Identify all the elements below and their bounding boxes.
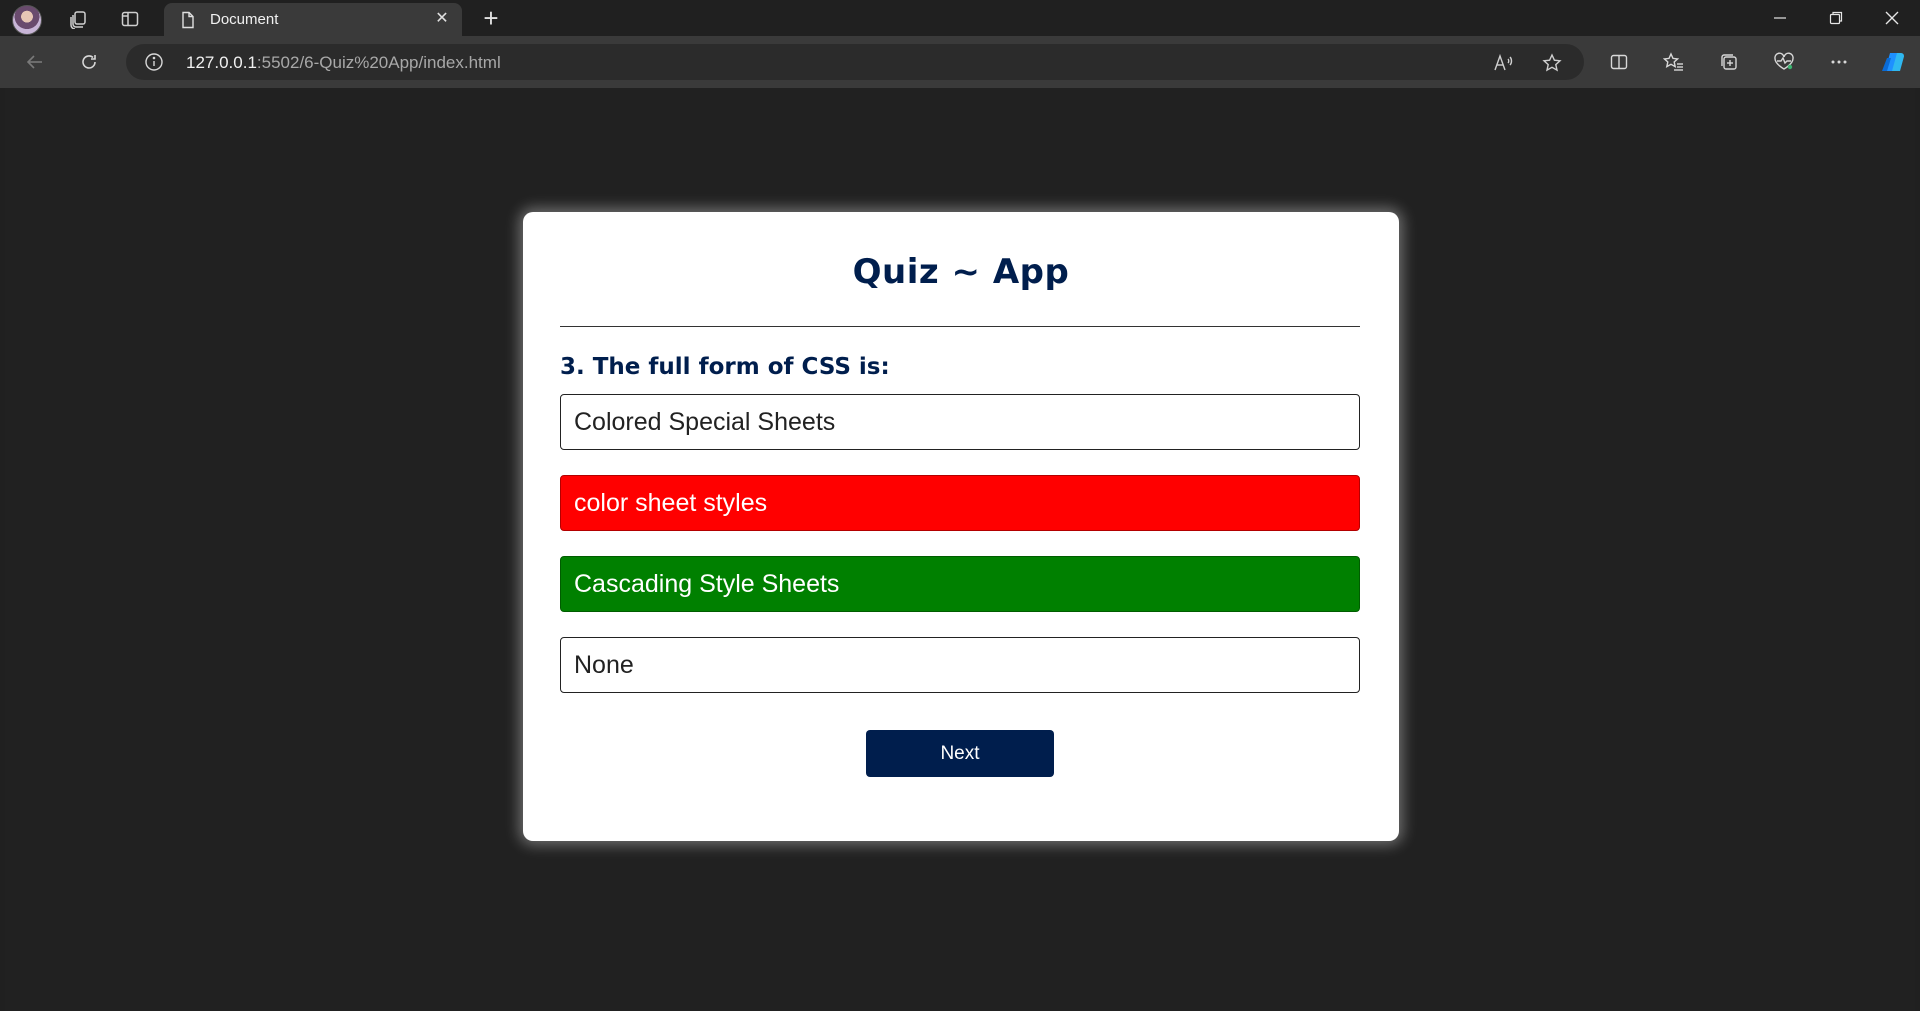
split-screen-icon[interactable] — [1602, 46, 1636, 78]
restore-icon[interactable] — [1808, 0, 1864, 36]
workspaces-icon[interactable] — [62, 4, 94, 34]
vertical-tabs-icon[interactable] — [114, 4, 146, 34]
browser-essentials-icon[interactable] — [1767, 46, 1801, 78]
answer-option-4[interactable]: None — [560, 637, 1360, 693]
page-viewport: Quiz ~ App 3. The full form of CSS is: C… — [5, 88, 1915, 1011]
new-tab-button[interactable]: + — [474, 3, 508, 33]
answer-option-3[interactable]: Cascading Style Sheets — [560, 556, 1360, 612]
read-aloud-icon[interactable] — [1492, 52, 1516, 74]
url-host: 127.0.0.1 — [186, 53, 257, 72]
answer-option-1[interactable]: Colored Special Sheets — [560, 394, 1360, 450]
quiz-card: Quiz ~ App 3. The full form of CSS is: C… — [523, 212, 1399, 841]
tab-document[interactable]: Document ✕ — [164, 3, 462, 36]
question-text: 3. The full form of CSS is: — [560, 354, 890, 380]
title-divider — [560, 326, 1360, 327]
quiz-title: Quiz ~ App — [852, 252, 1070, 292]
more-options-icon[interactable] — [1822, 46, 1856, 78]
answer-option-2[interactable]: color sheet styles — [560, 475, 1360, 531]
refresh-icon[interactable] — [72, 46, 106, 78]
profile-avatar[interactable] — [12, 5, 42, 35]
browser-toolbar: 127.0.0.1:5502/6-Quiz%20App/index.html — [0, 36, 1920, 88]
back-arrow-icon[interactable] — [18, 46, 52, 78]
next-button[interactable]: Next — [866, 730, 1054, 777]
tab-title: Document — [210, 11, 279, 28]
copilot-icon[interactable] — [1876, 46, 1910, 78]
favorites-icon[interactable] — [1657, 46, 1691, 78]
close-window-icon[interactable] — [1864, 0, 1920, 36]
tab-close-icon[interactable]: ✕ — [432, 9, 452, 29]
favorite-star-icon[interactable] — [1540, 52, 1564, 74]
url-path: :5502/6-Quiz%20App/index.html — [256, 53, 501, 72]
minimize-icon[interactable] — [1752, 0, 1808, 36]
tab-strip: Document ✕ + — [0, 0, 1920, 36]
page-icon — [180, 11, 196, 34]
collections-icon[interactable] — [1712, 46, 1746, 78]
url-text[interactable]: 127.0.0.1:5502/6-Quiz%20App/index.html — [186, 53, 501, 73]
site-info-icon[interactable] — [144, 52, 164, 72]
address-bar[interactable]: 127.0.0.1:5502/6-Quiz%20App/index.html — [126, 44, 1584, 80]
